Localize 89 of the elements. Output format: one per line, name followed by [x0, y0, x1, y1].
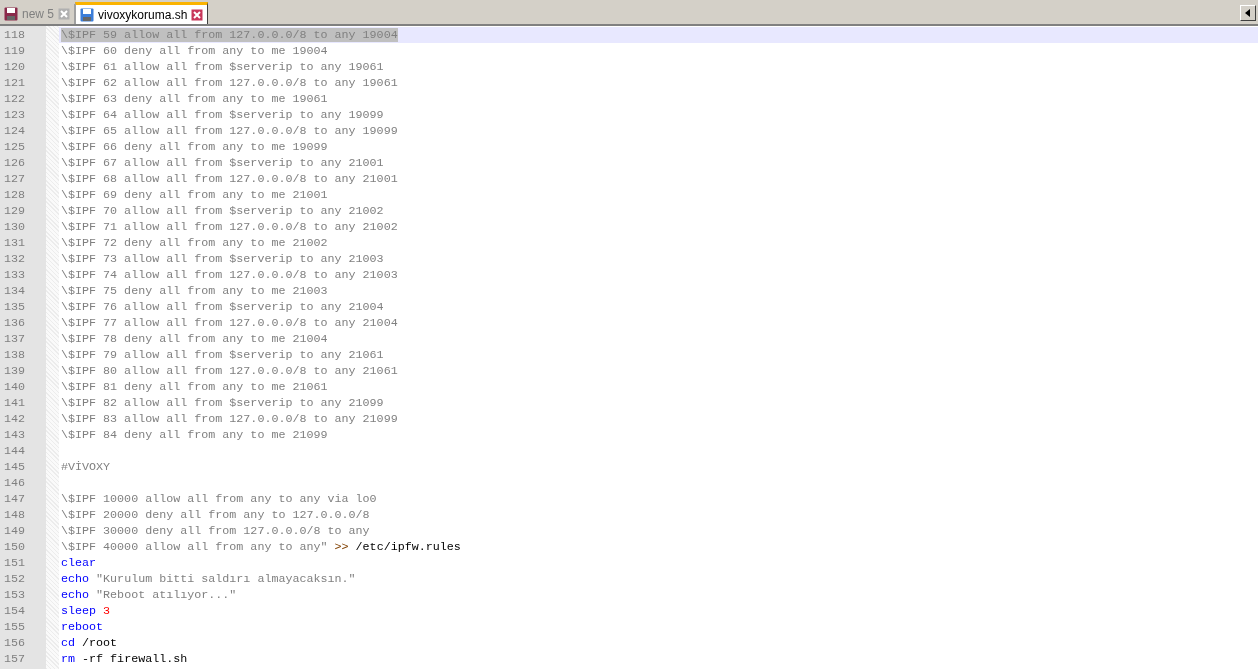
code-string: "Kurulum bitti saldırı almayacaksın.": [95, 572, 356, 586]
line-number: 157: [3, 651, 27, 667]
code-string: \$IPF 76 allow all from $serverip to any 21004: [61, 300, 384, 314]
code-string: "Reboot atılıyor...": [95, 588, 237, 602]
code-string: \$IPF 74 allow all from 127.0.0.0/8 to any 21003: [61, 268, 398, 282]
code-string: \$IPF 64 allow all from $serverip to any 19099: [61, 108, 384, 122]
line-number: 120: [3, 59, 27, 75]
line-number: 150: [3, 539, 27, 555]
line-number: 132: [3, 251, 27, 267]
code-string: \$IPF 72 deny all from any to me 21002: [61, 236, 328, 250]
line-number: 141: [3, 395, 27, 411]
code-string: \$IPF 65 allow all from 127.0.0.0/8 to any 19099: [61, 124, 398, 138]
line-number: 135: [3, 299, 27, 315]
line-number: 129: [3, 203, 27, 219]
line-number: 123: [3, 107, 27, 123]
line-number: 133: [3, 267, 27, 283]
code-keyword: echo: [61, 588, 90, 602]
code-string: \$IPF 66 deny all from any to me 19099: [61, 140, 328, 154]
line-number: 124: [3, 123, 27, 139]
line-number: 125: [3, 139, 27, 155]
code-string: \$IPF 20000 deny all from any to 127.0.0.0/8: [61, 508, 370, 522]
line-number: 139: [3, 363, 27, 379]
close-icon[interactable]: [191, 8, 204, 21]
line-number: 156: [3, 635, 27, 651]
line-number: 152: [3, 571, 27, 587]
code-string: \$IPF 30000 deny all from 127.0.0.0/8 to any: [61, 524, 370, 538]
line-number: 131: [3, 235, 27, 251]
file-tab[interactable]: vivoxykoruma.sh: [75, 2, 209, 24]
line-number: 151: [3, 555, 27, 571]
code-string: \$IPF 69 deny all from any to me 21001: [61, 188, 328, 202]
code-keyword: cd: [61, 636, 76, 650]
line-number: 142: [3, 411, 27, 427]
code-keyword: echo: [61, 572, 90, 586]
code-string: \$IPF 61 allow all from $serverip to any 19061: [61, 60, 384, 74]
line-number: 143: [3, 427, 27, 443]
line-number: 119: [3, 43, 27, 59]
line-number: 149: [3, 523, 27, 539]
code-string: \$IPF 67 allow all from $serverip to any 21001: [61, 156, 384, 170]
line-number: 134: [3, 283, 27, 299]
line-number: 148: [3, 507, 27, 523]
code-text: /etc/ipfw.rules: [354, 540, 461, 554]
code-string: \$IPF 59 allow all from 127.0.0.0/8 to any 19004: [61, 28, 398, 42]
code-string: \$IPF 60 deny all from any to me 19004: [61, 44, 328, 58]
code-string: \$IPF 77 allow all from 127.0.0.0/8 to any 21004: [61, 316, 398, 330]
line-number: 128: [3, 187, 27, 203]
code-string: \$IPF 82 allow all from $serverip to any 21099: [61, 396, 384, 410]
code-string: \$IPF 40000 allow all from any to any": [61, 540, 328, 554]
code-string: \$IPF 73 allow all from $serverip to any 21003: [61, 252, 384, 266]
line-number: 127: [3, 171, 27, 187]
line-number: 130: [3, 219, 27, 235]
code-keyword: reboot: [61, 620, 104, 634]
code-keyword: sleep: [61, 604, 97, 618]
code-string: \$IPF 79 allow all from $serverip to any 21061: [61, 348, 384, 362]
line-number: 137: [3, 331, 27, 347]
line-number: 126: [3, 155, 27, 171]
line-number: 154: [3, 603, 27, 619]
line-number: 145: [3, 459, 27, 475]
scroll-tabs-button[interactable]: [1240, 5, 1256, 21]
line-number: 136: [3, 315, 27, 331]
line-number: 121: [3, 75, 27, 91]
code-string: \$IPF 81 deny all from any to me 21061: [61, 380, 328, 394]
line-number: 118: [3, 27, 27, 43]
code-string: \$IPF 62 allow all from 127.0.0.0/8 to any 19061: [61, 76, 398, 90]
code-string: \$IPF 83 allow all from 127.0.0.0/8 to any 21099: [61, 412, 398, 426]
code-string: \$IPF 63 deny all from any to me 19061: [61, 92, 328, 106]
line-number: 138: [3, 347, 27, 363]
code-comment: #VİVOXY: [61, 460, 111, 474]
line-number: 146: [3, 475, 27, 491]
code-string: \$IPF 80 allow all from 127.0.0.0/8 to any 21061: [61, 364, 398, 378]
code-string: \$IPF 70 allow all from $serverip to any 21002: [61, 204, 384, 218]
code-keyword: rm: [61, 652, 76, 666]
left-triangle-icon: [1245, 9, 1251, 17]
code-operator: >>: [333, 540, 349, 554]
code-string: \$IPF 84 deny all from any to me 21099: [61, 428, 328, 442]
line-number: 122: [3, 91, 27, 107]
line-number: 144: [3, 443, 27, 459]
line-number: 147: [3, 491, 27, 507]
code-string: \$IPF 78 deny all from any to me 21004: [61, 332, 328, 346]
code-string: \$IPF 68 allow all from 127.0.0.0/8 to any 21001: [61, 172, 398, 186]
line-number: 153: [3, 587, 27, 603]
code-text: -rf firewall.sh: [81, 652, 188, 666]
code-number: 3: [102, 604, 111, 618]
code-string: \$IPF 71 allow all from 127.0.0.0/8 to any 21002: [61, 220, 398, 234]
line-number: 155: [3, 619, 27, 635]
code-text: /root: [81, 636, 118, 650]
code-keyword: clear: [61, 556, 97, 570]
line-number: 140: [3, 379, 27, 395]
code-string: \$IPF 10000 allow all from any to any via lo0: [61, 492, 377, 506]
code-string: \$IPF 75 deny all from any to me 21003: [61, 284, 328, 298]
